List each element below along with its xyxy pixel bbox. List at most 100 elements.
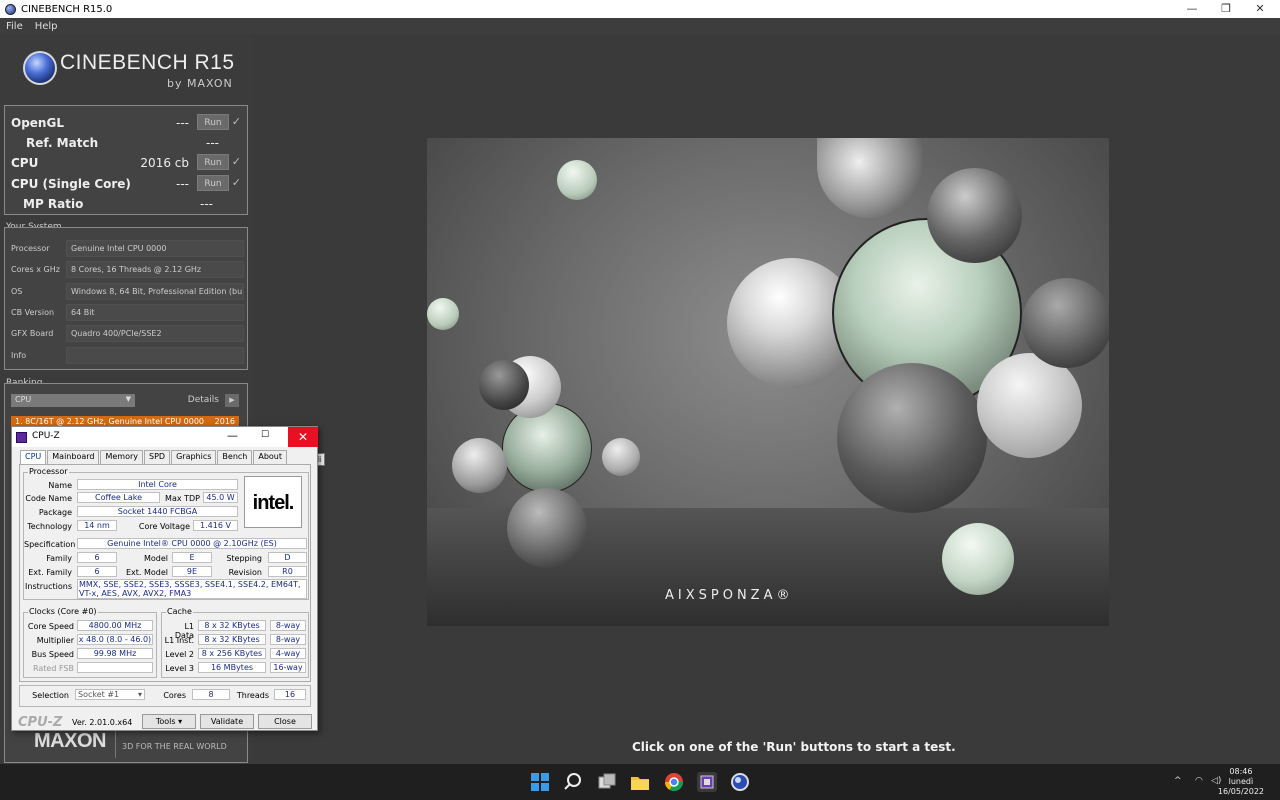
stepping-label: Stepping bbox=[226, 554, 262, 563]
ranking-select[interactable]: CPU ▼ bbox=[11, 394, 135, 407]
system-key: Processor bbox=[11, 244, 50, 253]
test-row-opengl: OpenGL --- Run ✓ bbox=[11, 113, 241, 133]
cpuz-tabs: CPU Mainboard Memory SPD Graphics Bench … bbox=[20, 450, 288, 464]
technology-label: Technology bbox=[27, 522, 72, 531]
intel-logo-text: intel. bbox=[252, 492, 295, 514]
cpuz-taskbar-icon[interactable] bbox=[697, 772, 717, 792]
sphere bbox=[927, 168, 1022, 263]
clock-time: 08:46 bbox=[1229, 767, 1253, 776]
system-key: CB Version bbox=[11, 308, 55, 317]
check-icon: ✓ bbox=[231, 115, 241, 128]
taskbar: ^ ◠ ◁) 08:46 lunedì 16/05/2022 bbox=[0, 764, 1280, 800]
cpuz-app-icon bbox=[16, 432, 27, 443]
clocks-group-title: Clocks (Core #0) bbox=[28, 607, 98, 616]
sphere bbox=[977, 353, 1082, 458]
sphere bbox=[479, 360, 529, 410]
tab-memory[interactable]: Memory bbox=[100, 450, 144, 464]
cpuz-brand-logo: CPU-Z bbox=[18, 715, 63, 730]
tab-bench[interactable]: Bench bbox=[217, 450, 253, 464]
cores-value: 8 bbox=[192, 689, 230, 700]
tdp-value: 45.0 W bbox=[203, 492, 238, 503]
sphere bbox=[942, 523, 1014, 595]
package-label: Package bbox=[38, 508, 72, 517]
maxon-logo: MAXON bbox=[34, 730, 106, 752]
l1-inst-label: L1 Inst. bbox=[164, 636, 194, 645]
tab-graphics[interactable]: Graphics bbox=[171, 450, 217, 464]
level3-value: 16 MBytes bbox=[198, 662, 266, 673]
system-row: Processor Genuine Intel CPU 0000 bbox=[11, 240, 244, 257]
run-opengl-button[interactable]: Run bbox=[197, 114, 229, 130]
file-explorer-icon[interactable] bbox=[630, 772, 650, 792]
validate-button[interactable]: Validate bbox=[200, 714, 254, 729]
system-key: Cores x GHz bbox=[11, 265, 60, 274]
test-row-cpu: CPU 2016 cb Run ✓ bbox=[11, 153, 241, 173]
close-cpuz-button[interactable]: Close bbox=[258, 714, 312, 729]
sphere bbox=[452, 438, 507, 493]
aixsponza-watermark: AIXSPONZA® bbox=[665, 588, 794, 603]
tab-spd[interactable]: SPD bbox=[144, 450, 171, 464]
cinebench-logo: CINEBENCH R15 by MAXON bbox=[4, 37, 248, 105]
close-button[interactable]: ✕ bbox=[1245, 0, 1275, 18]
system-row: Info bbox=[11, 347, 244, 364]
run-cpu-single-button[interactable]: Run bbox=[197, 175, 229, 191]
bus-speed-label: Bus Speed bbox=[31, 650, 74, 659]
name-label: Name bbox=[48, 481, 72, 490]
check-icon: ✓ bbox=[231, 176, 241, 189]
cpuz-close-button[interactable]: ✕ bbox=[288, 427, 318, 447]
instructions-label: Instructions bbox=[25, 582, 72, 591]
test-label: OpenGL bbox=[11, 116, 64, 130]
system-panel: Processor Genuine Intel CPU 0000 Cores x … bbox=[4, 227, 248, 370]
details-label[interactable]: Details bbox=[188, 395, 219, 405]
maximize-button[interactable]: ❐ bbox=[1211, 0, 1241, 18]
intel-logo: intel. bbox=[244, 476, 302, 528]
tab-cpu[interactable]: CPU bbox=[20, 450, 47, 464]
menu-help[interactable]: Help bbox=[29, 21, 64, 32]
tools-button-label: Tools bbox=[155, 717, 176, 726]
tools-button[interactable]: Tools ▾ bbox=[142, 714, 196, 729]
specification-label: Specification bbox=[24, 540, 76, 549]
core-speed-label: Core Speed bbox=[27, 622, 74, 631]
rated-fsb-label: Rated FSB bbox=[33, 664, 74, 673]
instructions-value: MMX, SSE, SSE2, SSE3, SSSE3, SSE4.1, SSE… bbox=[77, 579, 307, 599]
codename-value: Coffee Lake bbox=[77, 492, 160, 503]
cpuz-title-bar: CPU-Z — ☐ ✕ bbox=[12, 427, 318, 447]
tests-panel: OpenGL --- Run ✓ Ref. Match --- CPU 2016… bbox=[4, 105, 248, 215]
windows-start-icon[interactable] bbox=[530, 772, 550, 792]
test-value: --- bbox=[176, 177, 189, 191]
sphere bbox=[502, 403, 592, 493]
cpuz-version: Ver. 2.01.0.x64 bbox=[72, 718, 133, 727]
l1-data-value: 8 x 32 KBytes bbox=[198, 620, 266, 631]
run-cpu-button[interactable]: Run bbox=[197, 154, 229, 170]
info-input[interactable] bbox=[66, 347, 244, 364]
tab-mainboard[interactable]: Mainboard bbox=[47, 450, 100, 464]
core-voltage-label: Core Voltage bbox=[138, 522, 190, 531]
details-arrow-button[interactable]: ▶ bbox=[225, 394, 239, 407]
cpuz-minimize-button[interactable]: — bbox=[227, 429, 238, 442]
cinebench-app-icon bbox=[5, 3, 16, 15]
selection-dropdown[interactable]: Socket #1 ▾ bbox=[75, 689, 145, 700]
search-icon[interactable] bbox=[563, 772, 583, 792]
minimize-button[interactable]: — bbox=[1177, 0, 1207, 18]
tab-about[interactable]: About bbox=[253, 450, 288, 464]
system-value: Genuine Intel CPU 0000 bbox=[66, 240, 244, 257]
clock[interactable]: 08:46 lunedì 16/05/2022 bbox=[1218, 767, 1264, 797]
ext-family-value: 6 bbox=[77, 566, 117, 577]
chevron-up-icon[interactable]: ^ bbox=[1174, 776, 1182, 786]
level2-label: Level 2 bbox=[165, 650, 194, 659]
menu-file[interactable]: File bbox=[0, 21, 29, 32]
level2-assoc: 4-way bbox=[270, 648, 306, 659]
title-bar: CINEBENCH R15.0 — ❐ ✕ bbox=[0, 0, 1280, 18]
cpuz-maximize-button[interactable]: ☐ bbox=[261, 430, 269, 440]
task-view-icon[interactable] bbox=[597, 772, 617, 792]
chrome-icon[interactable] bbox=[664, 772, 684, 792]
menu-bar: File Help bbox=[0, 18, 1280, 34]
wifi-icon[interactable]: ◠ bbox=[1195, 776, 1203, 786]
clock-day: lunedì bbox=[1228, 777, 1254, 786]
package-value: Socket 1440 FCBGA bbox=[77, 506, 238, 517]
revision-label: Revision bbox=[228, 568, 262, 577]
cinebench-taskbar-icon[interactable] bbox=[730, 772, 750, 792]
logo-subtitle: by MAXON bbox=[167, 77, 233, 90]
multiplier-label: Multiplier bbox=[36, 636, 74, 645]
sphere bbox=[557, 160, 597, 200]
maxon-tagline: 3D FOR THE REAL WORLD bbox=[122, 742, 227, 751]
